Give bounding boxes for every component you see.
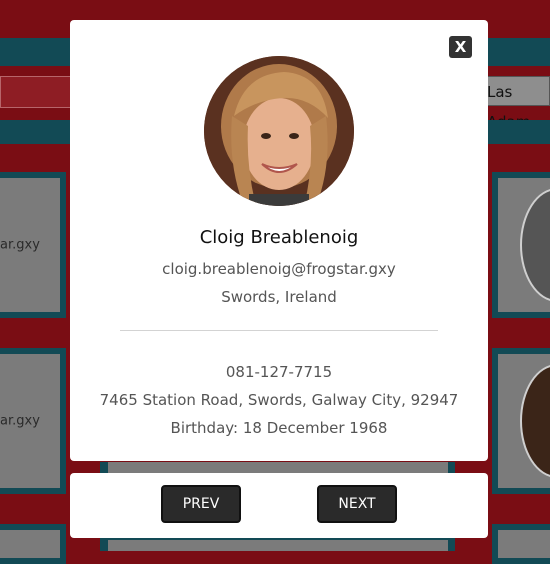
card-strip xyxy=(108,540,448,551)
employee-card[interactable] xyxy=(492,348,550,494)
card-email: ar.gxy xyxy=(0,237,40,253)
card-avatar xyxy=(520,364,550,478)
avatar-portrait xyxy=(204,56,354,206)
employee-card[interactable]: ar.gxy xyxy=(0,172,66,318)
employee-email: cloig.breablenoig@frogstar.gxy xyxy=(162,260,396,278)
card-avatar xyxy=(520,188,550,302)
close-button[interactable]: X xyxy=(449,36,472,58)
employee-card[interactable] xyxy=(492,524,550,564)
employee-modal: X Cloig Breablenoig cloig.breablenoig@fr… xyxy=(70,20,488,461)
employee-card[interactable] xyxy=(0,524,66,564)
search-suggestion: Las Adam xyxy=(480,76,550,131)
employee-phone: 081-127-7715 xyxy=(225,363,333,381)
modal-navigation: PREV NEXT xyxy=(70,473,488,538)
employee-address: 7465 Station Road, Swords, Galway City, … xyxy=(99,391,459,409)
next-button[interactable]: NEXT xyxy=(317,485,397,523)
employee-location: Swords, Ireland xyxy=(221,288,337,306)
employee-card[interactable] xyxy=(492,172,550,318)
employee-name: Cloig Breablenoig xyxy=(199,227,359,248)
avatar xyxy=(204,56,354,206)
search-input[interactable] xyxy=(0,76,74,108)
divider xyxy=(120,330,438,331)
employee-birthday: Birthday: 18 December 1968 xyxy=(170,419,388,437)
employee-card[interactable]: ar.gxy xyxy=(0,348,66,494)
prev-button[interactable]: PREV xyxy=(161,485,241,523)
card-email: ar.gxy xyxy=(0,413,40,429)
